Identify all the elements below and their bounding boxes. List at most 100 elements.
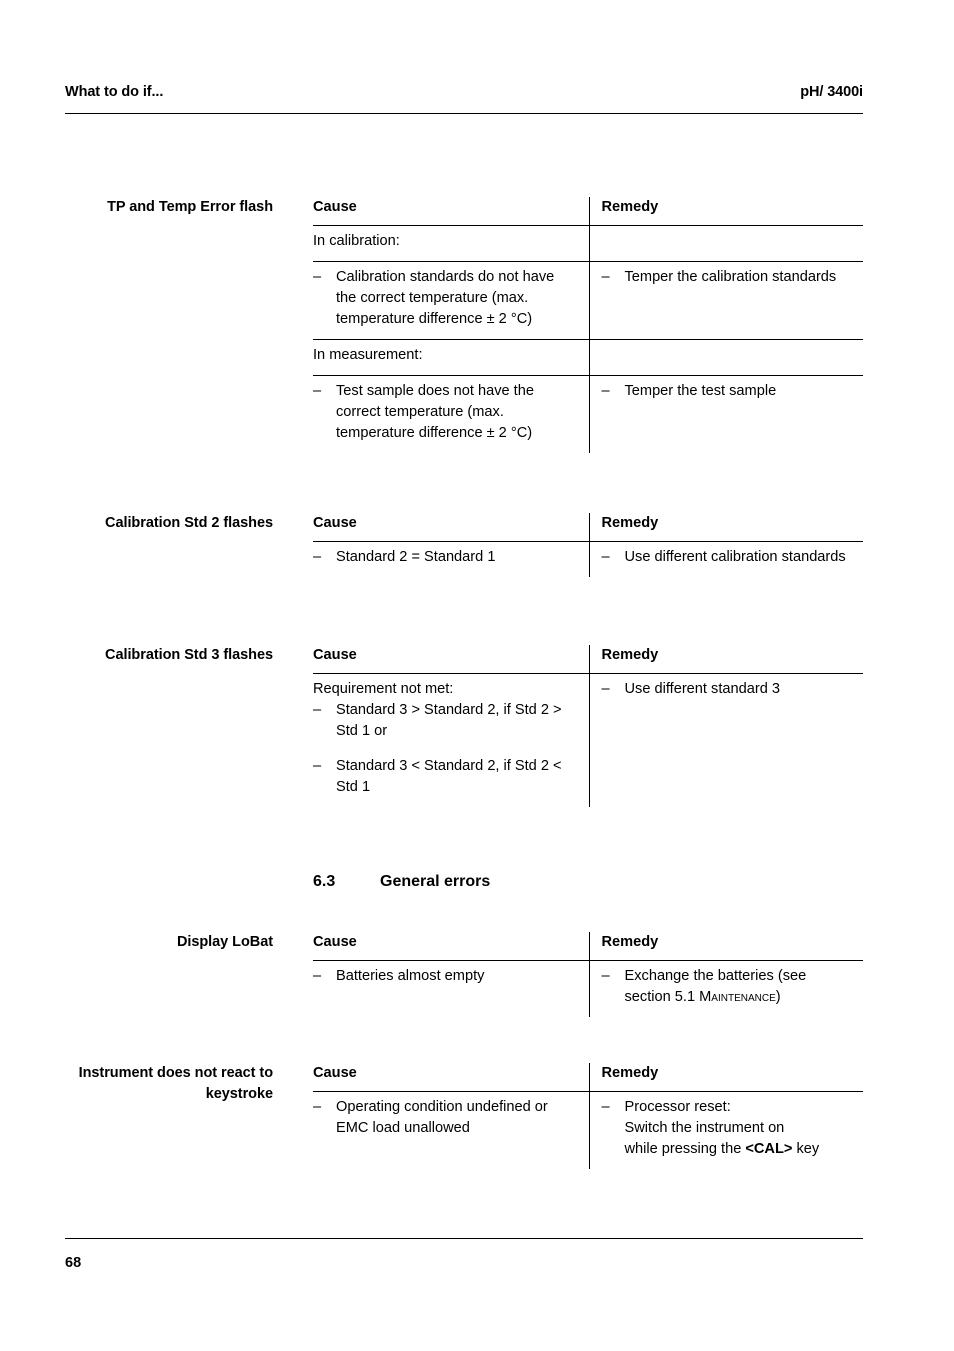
remedy-cell: – Processor reset: Switch the instrument o… xyxy=(588,1091,863,1169)
dash-bullet-icon: – xyxy=(313,383,322,399)
remedy-cross-reference: Maintenance xyxy=(699,989,776,1005)
error-table: Cause Remedy – Operating condition undefi… xyxy=(313,1063,863,1169)
error-table: Cause Remedy Requirement not met: – Stand… xyxy=(313,645,863,807)
cause-cell: – Batteries almost empty xyxy=(313,961,589,1018)
column-header-remedy: Remedy xyxy=(588,197,863,226)
remedy-cell xyxy=(588,339,863,376)
dash-bullet-icon: – xyxy=(601,968,610,984)
remedy-list-item-text: Temper the test sample xyxy=(624,383,777,399)
cause-list-item: – Standard 3 < Standard 2, if Std 2 < Std… xyxy=(313,756,579,798)
table-header-row: Cause Remedy xyxy=(313,513,863,542)
error-table: Cause Remedy In calibration: – Calibratio… xyxy=(313,197,863,453)
remedy-list-item-text: Temper the calibration standards xyxy=(624,269,837,285)
table-row: – Standard 2 = Standard 1 – Use different … xyxy=(313,541,863,578)
column-header-remedy: Remedy xyxy=(588,932,863,961)
cause-cell: In measurement: xyxy=(313,339,589,376)
cause-list-item-text: Standard 3 > Standard 2, if Std 2 > Std … xyxy=(336,702,562,739)
dash-bullet-icon: – xyxy=(313,702,322,718)
margin-label: Instrument does not react to keystroke xyxy=(78,1065,273,1102)
cause-list-item-text: Batteries almost empty xyxy=(336,968,485,984)
cause-intro-text: Requirement not met: xyxy=(313,681,454,697)
header-left-title: What to do if... xyxy=(65,84,164,100)
cause-list-item-text: Calibration standards do not have the co… xyxy=(336,269,555,327)
margin-label: TP and Temp Error flash xyxy=(107,199,273,215)
table-header-row: Cause Remedy xyxy=(313,645,863,674)
column-header-cause: Cause xyxy=(313,645,589,674)
remedy-list-item: – Processor reset: Switch the instrument o… xyxy=(602,1097,854,1160)
table-row: In measurement: xyxy=(313,339,863,376)
cause-cell: Requirement not met: – Standard 3 > Stand… xyxy=(313,674,589,808)
section-heading: 6.3 General errors xyxy=(313,873,490,891)
cause-intro-text: In calibration: xyxy=(313,233,400,249)
column-header-cause: Cause xyxy=(313,513,589,542)
page-number: 68 xyxy=(65,1255,82,1271)
column-header-remedy: Remedy xyxy=(588,1063,863,1092)
error-table: Cause Remedy – Standard 2 = Standard 1 – U… xyxy=(313,513,863,577)
margin-label: Calibration Std 3 flashes xyxy=(105,647,273,663)
dash-bullet-icon: – xyxy=(601,269,610,285)
cal-key-label: <CAL> xyxy=(745,1141,793,1157)
table-row: – Calibration standards do not have the c… xyxy=(313,261,863,340)
remedy-list-item-text-post: ) xyxy=(775,989,781,1005)
remedy-line-3-post: key xyxy=(792,1141,820,1157)
header-divider xyxy=(65,113,863,114)
column-header-cause: Cause xyxy=(313,932,589,961)
remedy-list-item: – Temper the test sample xyxy=(602,381,854,402)
cause-cell: – Standard 2 = Standard 1 xyxy=(313,542,589,578)
remedy-cell: – Use different calibration standards xyxy=(588,541,863,577)
dash-bullet-icon: – xyxy=(313,968,322,984)
remedy-list-item: – Use different standard 3 xyxy=(602,679,854,700)
dash-bullet-icon: – xyxy=(601,1099,610,1115)
dash-bullet-icon: – xyxy=(601,681,610,697)
cause-list-item-text: Standard 2 = Standard 1 xyxy=(336,549,496,565)
column-header-remedy: Remedy xyxy=(588,513,863,542)
remedy-list-item-text: Use different standard 3 xyxy=(624,681,781,697)
remedy-list-item: – Temper the calibration standards xyxy=(602,267,854,288)
running-header: What to do if... pH/ 3400i xyxy=(65,84,863,100)
remedy-list-item: – Exchange the batteries (see section 5.1… xyxy=(602,966,854,1008)
dash-bullet-icon: – xyxy=(601,549,610,565)
cause-list-item: – Operating condition undefined or EMC lo… xyxy=(313,1097,579,1139)
document-page: What to do if... pH/ 3400i TP and Temp E… xyxy=(65,0,863,1351)
table-row: Requirement not met: – Standard 3 > Stand… xyxy=(313,673,863,808)
cause-intro-text: In measurement: xyxy=(313,347,423,363)
column-header-cause: Cause xyxy=(313,1063,589,1092)
table-row: – Operating condition undefined or EMC lo… xyxy=(313,1091,863,1170)
cause-list-item: – Standard 2 = Standard 1 xyxy=(313,547,579,568)
margin-label: Display LoBat xyxy=(176,934,273,950)
dash-bullet-icon: – xyxy=(313,1099,322,1115)
cause-list-item: – Batteries almost empty xyxy=(313,966,579,987)
section-title: General errors xyxy=(380,873,491,890)
cause-list-item: – Standard 3 > Standard 2, if Std 2 > Std… xyxy=(313,700,579,742)
cause-list-item-text: Standard 3 < Standard 2, if Std 2 < Std … xyxy=(336,758,562,795)
cause-cell: In calibration: xyxy=(313,225,589,262)
table-header-row: Cause Remedy xyxy=(313,197,863,226)
cause-cell: – Calibration standards do not have the c… xyxy=(313,261,589,340)
header-right-title: pH/ 3400i xyxy=(800,84,863,100)
remedy-cell: – Temper the calibration standards xyxy=(588,261,863,340)
table-row: – Batteries almost empty – Exchange the ba… xyxy=(313,960,863,1018)
remedy-cell: – Use different standard 3 xyxy=(588,673,863,807)
section-number: 6.3 xyxy=(313,873,336,890)
margin-label: Calibration Std 2 flashes xyxy=(105,515,273,531)
dash-bullet-icon: – xyxy=(601,383,610,399)
remedy-cell: – Exchange the batteries (see section 5.1… xyxy=(588,960,863,1017)
remedy-list-item: – Use different calibration standards xyxy=(602,547,854,568)
remedy-list-item-text: Use different calibration standards xyxy=(624,549,846,565)
remedy-cell: – Temper the test sample xyxy=(588,375,863,453)
cause-cell: – Operating condition undefined or EMC lo… xyxy=(313,1092,589,1170)
table-header-row: Cause Remedy xyxy=(313,1063,863,1092)
cause-list-item: – Test sample does not have the correct t… xyxy=(313,381,579,444)
cause-list-item-text: Operating condition undefined or EMC loa… xyxy=(336,1099,548,1136)
column-header-cause: Cause xyxy=(313,197,589,226)
error-table: Cause Remedy – Batteries almost empty – Ex… xyxy=(313,932,863,1017)
remedy-cell xyxy=(588,225,863,262)
remedy-line-2: Switch the instrument on xyxy=(624,1120,785,1136)
column-header-remedy: Remedy xyxy=(588,645,863,674)
cause-cell: – Test sample does not have the correct t… xyxy=(313,376,589,454)
cause-list-item-text: Test sample does not have the correct te… xyxy=(336,383,534,441)
remedy-line-1: Processor reset: xyxy=(624,1099,731,1115)
dash-bullet-icon: – xyxy=(313,758,322,774)
table-row: In calibration: xyxy=(313,225,863,262)
footer-divider xyxy=(65,1238,863,1239)
